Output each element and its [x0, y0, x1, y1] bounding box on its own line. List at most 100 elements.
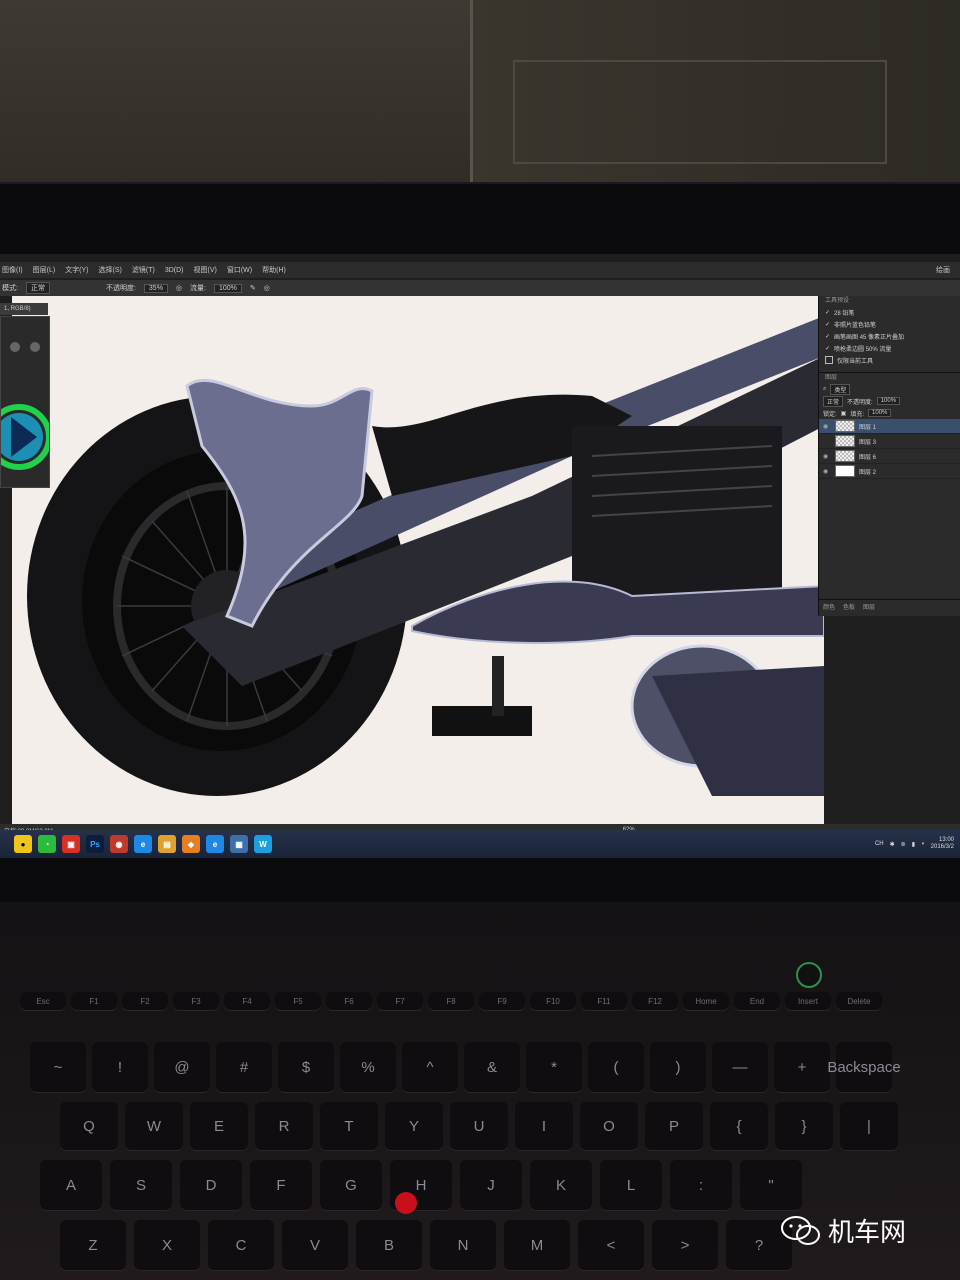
network-icon[interactable]: ▮ [912, 841, 915, 848]
layer-row[interactable]: ◉ 图层 2 [819, 464, 960, 479]
ie-icon[interactable]: e [134, 835, 152, 853]
letter-key[interactable]: B [356, 1220, 422, 1270]
current-tool-checkbox[interactable] [825, 356, 833, 364]
mode-select[interactable]: 正常 [25, 282, 50, 294]
menu-view[interactable]: 视图(V) [193, 265, 216, 275]
number-key[interactable]: # [216, 1042, 272, 1092]
number-key[interactable]: ) [650, 1042, 706, 1092]
document-canvas[interactable] [12, 296, 824, 824]
letter-key[interactable]: { [710, 1102, 768, 1150]
letter-key[interactable]: M [504, 1220, 570, 1270]
function-key[interactable]: End [734, 992, 780, 1010]
number-key[interactable]: ^ [402, 1042, 458, 1092]
function-key[interactable]: F1 [71, 992, 117, 1010]
preset-item[interactable]: ✓ 非照片蓝色铅笔 [819, 318, 960, 330]
function-key[interactable]: Home [683, 992, 729, 1010]
function-key[interactable]: F2 [122, 992, 168, 1010]
menu-window[interactable]: 窗口(W) [227, 265, 252, 275]
layer-filter-select[interactable]: 类型 [830, 383, 851, 395]
function-key[interactable]: Delete [836, 992, 882, 1010]
number-key[interactable]: ( [588, 1042, 644, 1092]
letter-key[interactable]: " [740, 1160, 802, 1210]
layer-row[interactable]: 图层 3 [819, 434, 960, 449]
letter-key[interactable]: V [282, 1220, 348, 1270]
letter-key[interactable]: : [670, 1160, 732, 1210]
number-key[interactable]: — [712, 1042, 768, 1092]
preset-item[interactable]: ✓ 画笔画图 45 像素正片叠加 [819, 330, 960, 342]
eye-icon[interactable]: ◉ [823, 423, 831, 430]
function-key[interactable]: Esc [20, 992, 66, 1010]
layer-row[interactable]: ◉ 图层 6 [819, 449, 960, 464]
tray-icon[interactable]: ⊚ [901, 841, 906, 848]
tab-layers[interactable]: 图层 [863, 602, 875, 611]
language-indicator[interactable]: CH [875, 841, 884, 847]
eye-icon[interactable]: ◉ [823, 468, 831, 475]
workspace-switcher[interactable]: 绘画 [936, 265, 950, 275]
letter-key[interactable]: Z [60, 1220, 126, 1270]
function-key[interactable]: F3 [173, 992, 219, 1010]
power-button[interactable] [796, 962, 822, 988]
function-key[interactable]: F11 [581, 992, 627, 1010]
number-key[interactable]: % [340, 1042, 396, 1092]
tab-swatches[interactable]: 色板 [843, 602, 855, 611]
letter-key[interactable]: Q [60, 1102, 118, 1150]
letter-key[interactable]: | [840, 1102, 898, 1150]
lock-icon[interactable]: ▣ [841, 410, 847, 417]
netease-music-icon[interactable]: ◉ [110, 835, 128, 853]
qq-icon[interactable]: ● [14, 835, 32, 853]
layers-panel-title[interactable]: 图层 [819, 372, 960, 383]
blend-mode-select[interactable]: 正常 [823, 395, 844, 407]
preset-item[interactable]: ✓ 喷枪柔边圆 50% 流量 [819, 342, 960, 354]
flow-input[interactable]: 100% [213, 283, 242, 293]
current-tool-only-row[interactable]: 仅限当前工具 [819, 354, 960, 366]
letter-key[interactable]: D [180, 1160, 242, 1210]
letter-key[interactable]: > [652, 1220, 718, 1270]
letter-key[interactable]: E [190, 1102, 248, 1150]
function-key[interactable]: F4 [224, 992, 270, 1010]
menu-type[interactable]: 文字(Y) [65, 265, 88, 275]
airbrush-icon[interactable]: ✎ [250, 284, 256, 292]
letter-key[interactable]: } [775, 1102, 833, 1150]
volume-icon[interactable]: ◖ [921, 841, 925, 847]
tab-color[interactable]: 颜色 [823, 602, 835, 611]
letter-key[interactable]: S [110, 1160, 172, 1210]
menu-help[interactable]: 帮助(H) [262, 265, 286, 275]
opacity-input[interactable]: 35% [143, 283, 168, 293]
number-key[interactable]: $ [278, 1042, 334, 1092]
menu-layer[interactable]: 图层(L) [33, 265, 56, 275]
number-key[interactable]: & [464, 1042, 520, 1092]
eye-icon[interactable]: ◉ [823, 453, 831, 460]
number-key[interactable]: @ [154, 1042, 210, 1092]
fill-input[interactable]: 100% [868, 409, 892, 417]
folder-icon[interactable]: ▤ [158, 835, 176, 853]
taskbar-clock[interactable]: 13:00 2016/3/2 [931, 837, 954, 851]
wps-icon[interactable]: W [254, 835, 272, 853]
letter-key[interactable]: U [450, 1102, 508, 1150]
number-key[interactable]: + [774, 1042, 830, 1092]
number-key[interactable]: Backspace [827, 1042, 901, 1092]
letter-key[interactable]: L [600, 1160, 662, 1210]
function-key[interactable]: F5 [275, 992, 321, 1010]
letter-key[interactable]: J [460, 1160, 522, 1210]
number-key[interactable]: ~ [30, 1042, 86, 1092]
menu-image[interactable]: 图像(I) [2, 265, 23, 275]
trackpoint[interactable] [395, 1192, 417, 1214]
function-key[interactable]: Insert [785, 992, 831, 1010]
function-key[interactable]: F9 [479, 992, 525, 1010]
function-key[interactable]: F10 [530, 992, 576, 1010]
letter-key[interactable]: C [208, 1220, 274, 1270]
letter-key[interactable]: Y [385, 1102, 443, 1150]
function-key[interactable]: F7 [377, 992, 423, 1010]
letter-key[interactable]: G [320, 1160, 382, 1210]
color-wheel-panel[interactable] [0, 316, 52, 488]
letter-key[interactable]: < [578, 1220, 644, 1270]
function-key[interactable]: F6 [326, 992, 372, 1010]
letter-key[interactable]: W [125, 1102, 183, 1150]
letter-key[interactable]: O [580, 1102, 638, 1150]
letter-key[interactable]: A [40, 1160, 102, 1210]
photoshop-icon[interactable]: Ps [86, 835, 104, 853]
menu-select[interactable]: 选择(S) [99, 265, 122, 275]
letter-key[interactable]: F [250, 1160, 312, 1210]
letter-key[interactable]: R [255, 1102, 313, 1150]
app-icon[interactable]: ◈ [182, 835, 200, 853]
